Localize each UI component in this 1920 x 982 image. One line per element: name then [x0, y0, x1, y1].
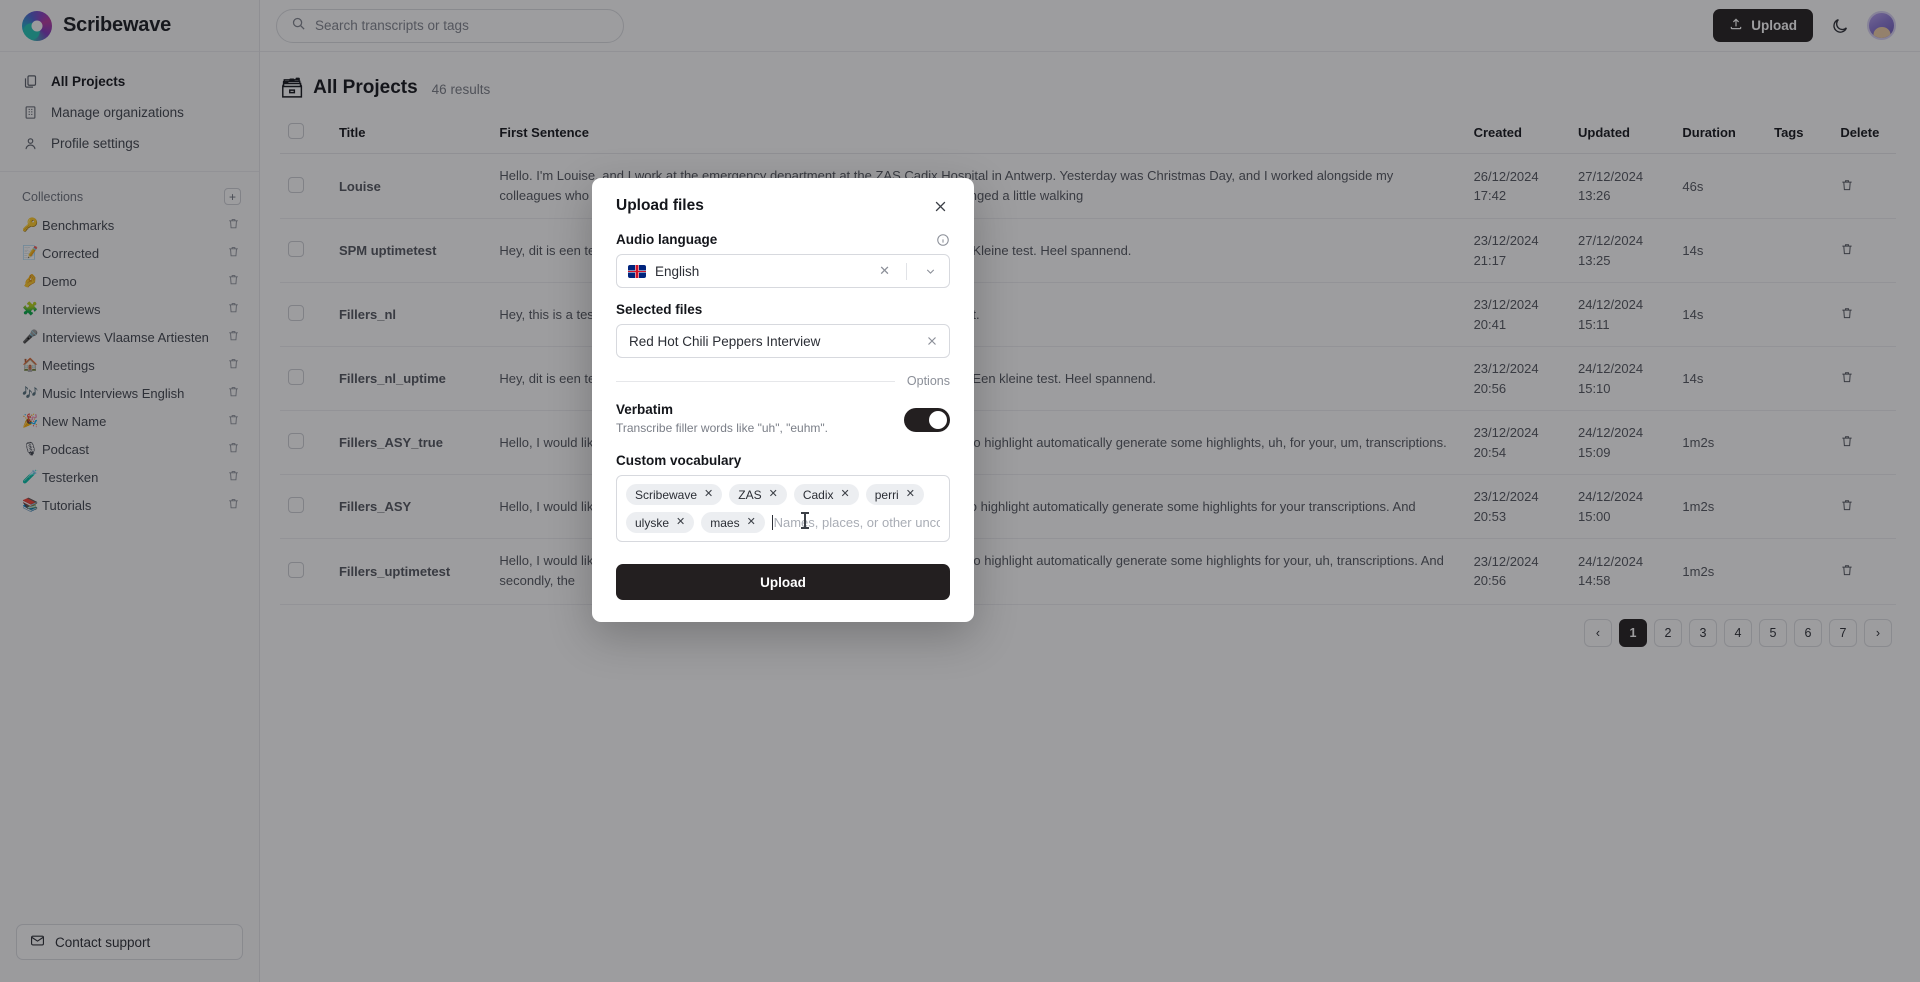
remove-chip-icon[interactable]: ✕: [676, 517, 685, 528]
chip-label: ulyske: [635, 515, 670, 530]
options-divider: Options: [616, 358, 950, 402]
audio-language-select[interactable]: English ✕: [616, 254, 950, 288]
toggle-knob: [929, 411, 947, 429]
vocabulary-chip: perri ✕: [865, 484, 924, 505]
vocabulary-chip: Cadix ✕: [793, 484, 859, 505]
remove-file-icon[interactable]: [925, 334, 939, 348]
chip-label: perri: [874, 487, 899, 502]
vocabulary-chip: maes ✕: [701, 512, 765, 533]
chip-label: ZAS: [738, 487, 762, 502]
chip-label: Scribewave: [635, 487, 698, 502]
vocabulary-placeholder: Names, places, or other uncommon: [773, 515, 940, 530]
info-icon[interactable]: [936, 233, 950, 247]
chip-label: maes: [710, 515, 740, 530]
remove-chip-icon[interactable]: ✕: [906, 489, 915, 500]
selected-files-label: Selected files: [616, 302, 703, 317]
dialog-header: Upload files: [616, 196, 950, 232]
select-divider: [906, 262, 907, 280]
upload-submit-button[interactable]: Upload: [616, 564, 950, 600]
dialog-title: Upload files: [616, 197, 704, 214]
vocabulary-chip: ulyske ✕: [626, 512, 695, 533]
verbatim-text: Verbatim Transcribe filler words like "u…: [616, 402, 828, 435]
verbatim-description: Transcribe filler words like "uh", "euhm…: [616, 421, 828, 435]
close-icon[interactable]: [930, 196, 950, 216]
audio-language-value: English: [655, 263, 700, 279]
selected-file-row: Red Hot Chili Peppers Interview: [616, 324, 950, 358]
custom-vocabulary-label: Custom vocabulary: [616, 453, 742, 468]
divider-line: [616, 380, 895, 382]
vocabulary-text-field[interactable]: Names, places, or other uncommon: [771, 512, 940, 533]
verbatim-title: Verbatim: [616, 402, 674, 417]
text-cursor-icon: [800, 512, 809, 529]
audio-language-label-row: Audio language: [616, 232, 950, 254]
remove-chip-icon[interactable]: ✕: [704, 489, 713, 500]
options-divider-label: Options: [906, 374, 950, 388]
remove-chip-icon[interactable]: ✕: [747, 517, 756, 528]
remove-chip-icon[interactable]: ✕: [769, 489, 778, 500]
text-caret: [771, 515, 773, 530]
custom-vocabulary-input[interactable]: Scribewave ✕ ZAS ✕ Cadix ✕ perri ✕ ulyske ✕ maes ✕ N…: [616, 475, 950, 542]
app-root: Scribewave All Projects Manage organizat…: [0, 0, 1920, 982]
verbatim-toggle[interactable]: [904, 408, 950, 432]
clear-language-icon[interactable]: ✕: [872, 263, 897, 279]
selected-files-label-row: Selected files: [616, 302, 950, 324]
remove-chip-icon[interactable]: ✕: [841, 489, 850, 500]
vocabulary-chip: ZAS ✕: [729, 484, 787, 505]
vocabulary-chip: Scribewave ✕: [626, 484, 723, 505]
verbatim-row: Verbatim Transcribe filler words like "u…: [616, 402, 950, 435]
selected-file-name: Red Hot Chili Peppers Interview: [629, 333, 821, 349]
audio-language-label: Audio language: [616, 232, 718, 247]
upload-files-dialog: Upload files Audio language English ✕ Se…: [592, 178, 974, 622]
chevron-down-icon[interactable]: [916, 265, 945, 278]
chip-label: Cadix: [802, 487, 834, 502]
uk-flag-icon: [628, 264, 646, 278]
